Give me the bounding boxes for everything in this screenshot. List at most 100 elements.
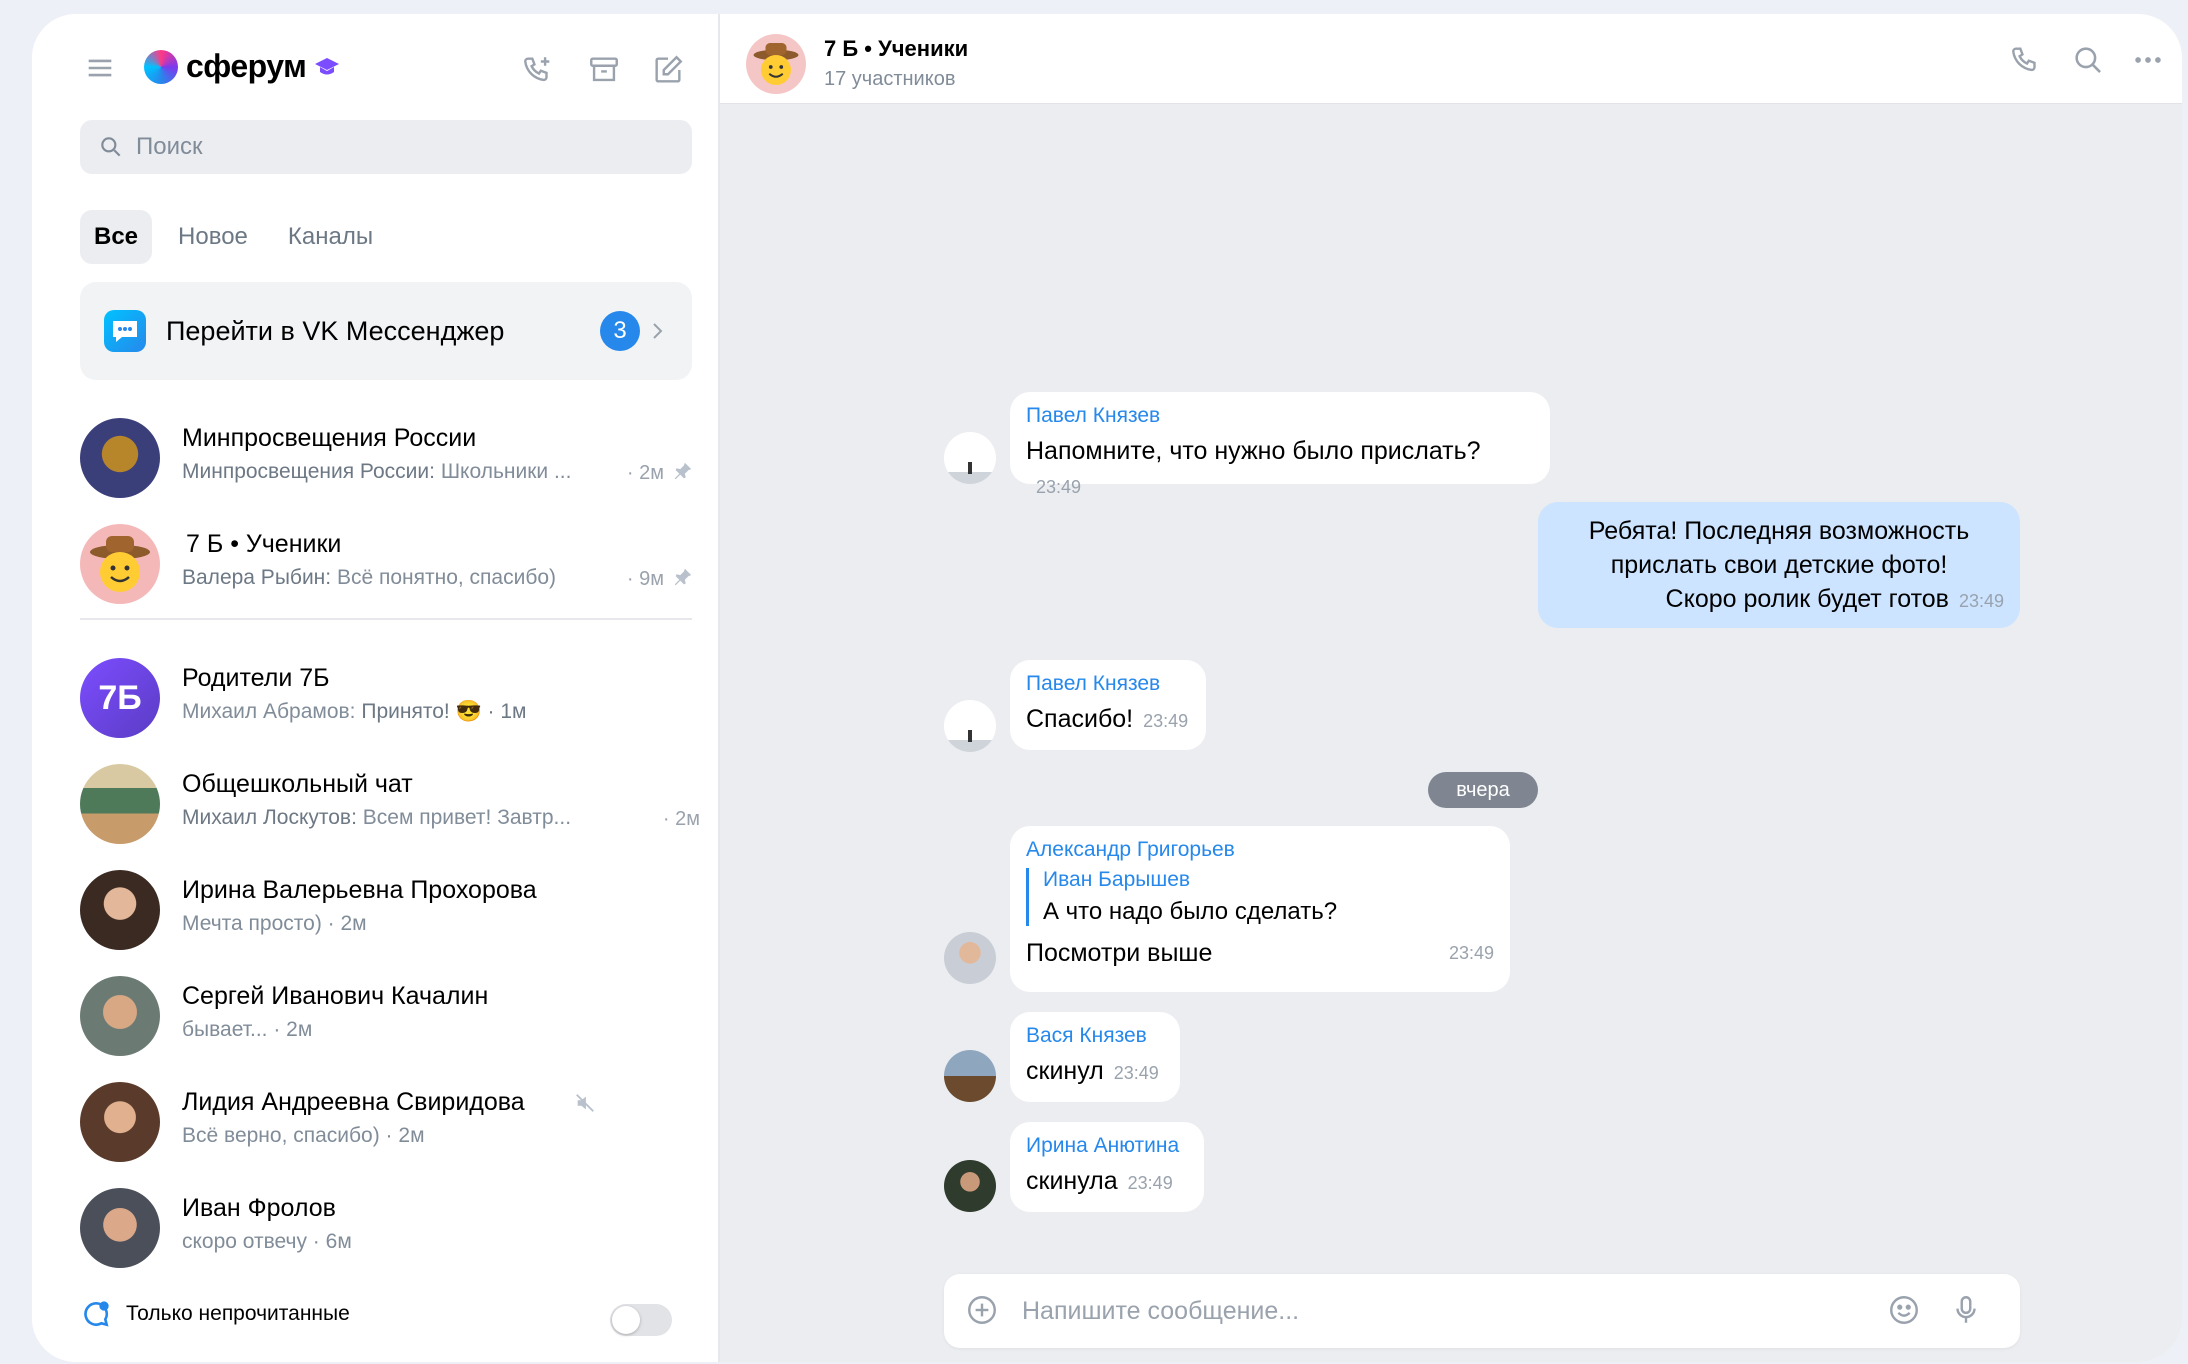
search-chat-icon[interactable] <box>2066 38 2110 82</box>
menu-icon[interactable] <box>78 46 122 90</box>
sender-avatar[interactable] <box>944 1160 996 1212</box>
message-time: 23:49 <box>1143 711 1189 731</box>
chat-preview: бывает... · 2м <box>182 1018 313 1041</box>
chat-item-school-chat[interactable]: Общешкольный чат Михаил Лоскутов: Всем п… <box>80 756 700 852</box>
chat-item-lidiya-sviridova[interactable]: Лидия Андреевна Свиридова Всё верно, спа… <box>80 1074 700 1170</box>
pin-icon <box>674 462 692 480</box>
message-text: скинул 23:49 <box>1026 1057 1159 1085</box>
chat-header-members: 17 участников <box>824 68 956 90</box>
microphone-icon[interactable] <box>1944 1288 1988 1332</box>
vk-messenger-banner[interactable]: Перейти в VK Мессенджер 3 <box>80 282 692 380</box>
message-line-last: Скоро ролик будет готов 23:49 <box>1665 585 2004 613</box>
unread-toggle-switch[interactable] <box>610 1304 672 1336</box>
graduation-cap-icon <box>315 57 340 74</box>
chat-item-sergey-kachalin[interactable]: Сергей Иванович Качалин бывает... · 2м <box>80 968 700 1064</box>
user-avatar <box>80 870 160 950</box>
vk-messenger-icon <box>104 310 146 352</box>
chat-title: Сергей Иванович Качалин <box>182 982 489 1010</box>
app-window: сферум Все Новое Каналы Перейти в VK Мес… <box>32 14 2182 1362</box>
message-line: прислать свои детские фото! <box>1610 551 1948 579</box>
search-bar[interactable] <box>80 120 692 174</box>
message-sender[interactable]: Вася Князев <box>1026 1024 1164 1048</box>
tab-new[interactable]: Новое <box>164 210 262 264</box>
chat-time: · 2м <box>626 462 664 484</box>
chat-title: Минпросвещения России <box>182 424 477 452</box>
chat-avatar[interactable] <box>746 34 806 94</box>
message-line: Ребята! Последняя возможность <box>1588 517 1970 545</box>
user-avatar <box>80 1188 160 1268</box>
chat-header: 7 Б • Ученики 17 участников <box>720 14 2182 104</box>
user-avatar <box>80 976 160 1056</box>
chat-title: Общешкольный чат <box>182 770 413 798</box>
archive-icon[interactable] <box>582 48 626 92</box>
chat-preview: скоро отвечу · 6м <box>182 1230 352 1253</box>
message-text: Напомните, что нужно было прислать?23:49 <box>1026 437 1481 497</box>
message-time: 23:49 <box>1448 943 1494 963</box>
quoted-reply[interactable]: Иван Барышев А что надо было сделать? <box>1026 868 1494 926</box>
message-time: 23:49 <box>1113 1063 1159 1083</box>
message-text: скинула 23:49 <box>1026 1167 1173 1195</box>
message-text: Спасибо! 23:49 <box>1026 705 1189 733</box>
chat-preview: Мечта просто) · 2м <box>182 912 367 935</box>
sender-avatar[interactable] <box>944 432 996 484</box>
chat-title: 7 Б • Ученики <box>186 530 342 558</box>
message-bubble[interactable]: Ирина Анютина скинула 23:49 <box>1010 1122 1204 1212</box>
message-time: 23:49 <box>1958 591 2004 611</box>
unread-filter-label: Только непрочитанные <box>126 1302 350 1325</box>
message-sender[interactable]: Павел Князев <box>1026 404 1534 428</box>
chat-item-irina-prokhorova[interactable]: Ирина Валерьевна Прохорова Мечта просто)… <box>80 862 700 958</box>
pin-icon <box>674 568 692 586</box>
sidebar: сферум Все Новое Каналы Перейти в VK Мес… <box>32 14 718 1362</box>
message-text: Посмотри выше 23:49 <box>1026 936 1494 970</box>
compose-icon[interactable] <box>646 48 690 92</box>
emoji-icon[interactable] <box>1882 1288 1926 1332</box>
unread-chat-icon <box>84 1301 109 1327</box>
chat-item-ivan-frolov[interactable]: Иван Фролов скоро отвечу · 6м <box>80 1180 700 1276</box>
cowboy-emoji-avatar <box>80 524 160 604</box>
message-time: 23:49 <box>1036 477 1082 497</box>
search-input[interactable] <box>136 133 636 161</box>
message-bubble-with-reply[interactable]: Александр Григорьев Иван Барышев А что н… <box>1010 826 1510 992</box>
chat-panel: 7 Б • Ученики 17 участников Павел Князев… <box>720 14 2182 1362</box>
reply-sender: Иван Барышев <box>1043 868 1191 891</box>
call-icon[interactable] <box>2004 38 2048 82</box>
unread-filter: Только непрочитанные <box>80 1298 350 1330</box>
user-avatar <box>80 1082 160 1162</box>
outgoing-message-bubble[interactable]: Ребята! Последняя возможность прислать с… <box>1538 502 2020 628</box>
logo-text: сферум <box>186 48 307 84</box>
message-bubble[interactable]: Павел Князев Спасибо! 23:49 <box>1010 660 1206 750</box>
message-time: 23:49 <box>1127 1173 1173 1193</box>
message-sender[interactable]: Ирина Анютина <box>1026 1134 1188 1158</box>
message-input[interactable] <box>1022 1292 1822 1330</box>
tab-all[interactable]: Все <box>80 210 153 264</box>
chat-time: · 9м <box>626 568 664 590</box>
message-bubble[interactable]: Вася Князев скинул 23:49 <box>1010 1012 1180 1102</box>
message-sender[interactable]: Александр Григорьев <box>1026 838 1494 862</box>
sferum-logo: сферум <box>144 48 340 85</box>
unread-badge: 3 <box>600 311 640 351</box>
message-bubble[interactable]: Павел Князев Напомните, что нужно было п… <box>1010 392 1550 497</box>
chat-item-parents-7b[interactable]: 7Б Родители 7Б Михаил Абрамов: Принято! … <box>80 650 700 746</box>
attach-icon[interactable] <box>960 1288 1004 1332</box>
chat-title: Иван Фролов <box>182 1194 336 1222</box>
sender-avatar[interactable] <box>944 932 996 984</box>
reply-text: А что надо было сделать? <box>1043 898 1338 925</box>
add-call-icon[interactable] <box>516 48 560 92</box>
chat-preview: Михаил Лоскутов: Всем привет! Завтр... <box>182 806 572 829</box>
coat-of-arms-avatar <box>80 418 160 498</box>
logo-icon <box>144 49 178 84</box>
chat-item-7b-students[interactable]: 7 Б • Ученики Валера Рыбин: Всё понятно,… <box>80 516 700 612</box>
sender-avatar[interactable] <box>944 1050 996 1102</box>
message-composer <box>944 1274 2020 1348</box>
chat-header-title[interactable]: 7 Б • Ученики <box>824 36 968 62</box>
chat-preview: Михаил Абрамов: Принято! 😎 · 1м <box>182 700 527 723</box>
chat-title: Ирина Валерьевна Прохорова <box>182 876 537 904</box>
more-options-icon[interactable] <box>2126 38 2170 82</box>
chat-preview: Минпросвещения России: Школьники ... <box>182 460 572 483</box>
tab-channels[interactable]: Каналы <box>274 210 387 264</box>
vk-banner-label: Перейти в VK Мессенджер <box>166 315 505 346</box>
chat-item-minprosvescheniya[interactable]: Минпросвещения России Минпросвещения Рос… <box>80 410 700 506</box>
message-sender[interactable]: Павел Князев <box>1026 672 1190 696</box>
chat-preview: Валера Рыбин: Всё понятно, спасибо) <box>182 566 557 589</box>
sender-avatar[interactable] <box>944 700 996 752</box>
